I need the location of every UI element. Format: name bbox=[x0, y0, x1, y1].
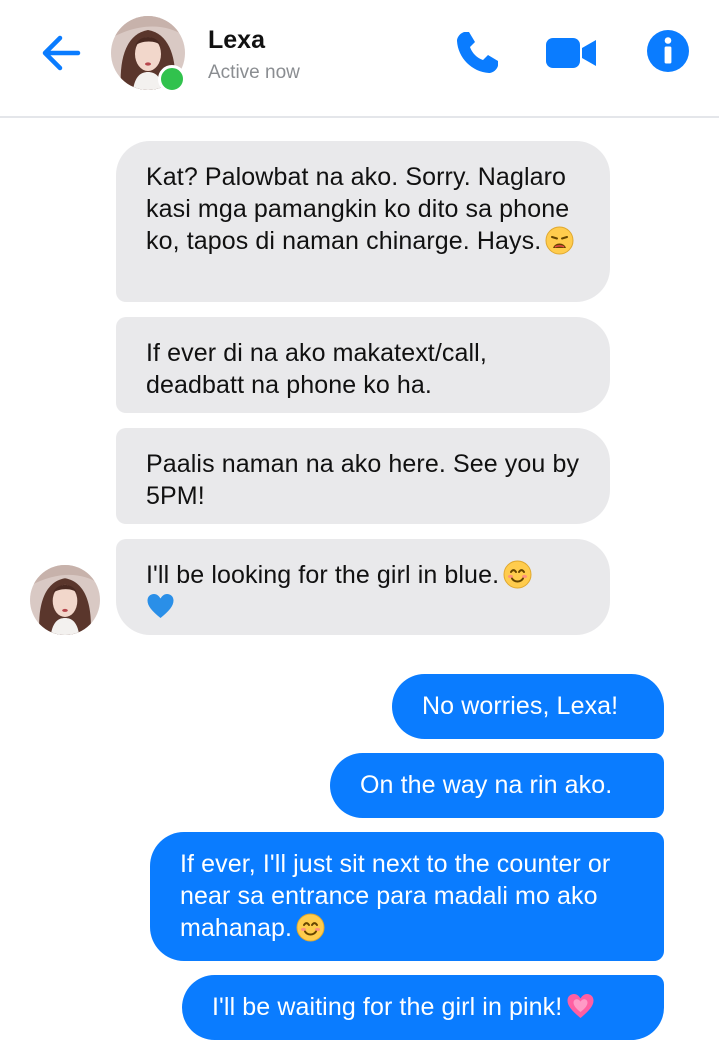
video-camera-icon bbox=[546, 38, 596, 68]
message-text: I'll be looking for the girl in blue. bbox=[146, 561, 500, 589]
sender-avatar[interactable] bbox=[30, 565, 100, 635]
voice-call-button[interactable] bbox=[452, 28, 502, 78]
online-status-indicator bbox=[158, 65, 186, 93]
chat-header: Lexa Active now bbox=[0, 0, 719, 118]
video-call-button[interactable] bbox=[546, 28, 596, 78]
contact-status: Active now bbox=[208, 62, 300, 83]
back-arrow-icon bbox=[42, 35, 81, 71]
growing-heart-emoji-icon bbox=[566, 992, 595, 1021]
message-text: No worries, Lexa! bbox=[422, 692, 619, 720]
info-icon bbox=[647, 30, 689, 72]
smiling-face-emoji-icon bbox=[503, 560, 532, 589]
phone-icon bbox=[457, 32, 498, 73]
message-text: Paalis naman na ako here. See you by 5PM… bbox=[146, 450, 580, 510]
outgoing-message[interactable]: No worries, Lexa! bbox=[392, 674, 664, 739]
incoming-message[interactable]: I'll be looking for the girl in blue. bbox=[116, 539, 610, 635]
outgoing-message[interactable]: On the way na rin ako. bbox=[330, 753, 664, 818]
contact-name[interactable]: Lexa bbox=[208, 26, 265, 55]
back-button[interactable] bbox=[38, 30, 84, 76]
weary-face-emoji-icon bbox=[545, 226, 574, 255]
message-text: Kat? Palowbat na ako. Sorry. Naglaro kas… bbox=[146, 163, 570, 255]
blue-heart-emoji-icon bbox=[146, 592, 175, 621]
outgoing-message[interactable]: If ever, I'll just sit next to the count… bbox=[150, 832, 664, 961]
message-text: I'll be waiting for the girl in pink! bbox=[212, 993, 563, 1021]
info-button[interactable] bbox=[645, 28, 695, 78]
smiling-face-emoji-icon bbox=[296, 913, 325, 942]
message-text: If ever, I'll just sit next to the count… bbox=[180, 850, 611, 942]
outgoing-message[interactable]: I'll be waiting for the girl in pink! bbox=[182, 975, 664, 1040]
incoming-message[interactable]: If ever di na ako makatext/call, deadbat… bbox=[116, 317, 610, 413]
incoming-message[interactable]: Paalis naman na ako here. See you by 5PM… bbox=[116, 428, 610, 524]
message-text: If ever di na ako makatext/call, deadbat… bbox=[146, 339, 487, 399]
incoming-message[interactable]: Kat? Palowbat na ako. Sorry. Naglaro kas… bbox=[116, 141, 610, 302]
message-text: On the way na rin ako. bbox=[360, 771, 613, 799]
